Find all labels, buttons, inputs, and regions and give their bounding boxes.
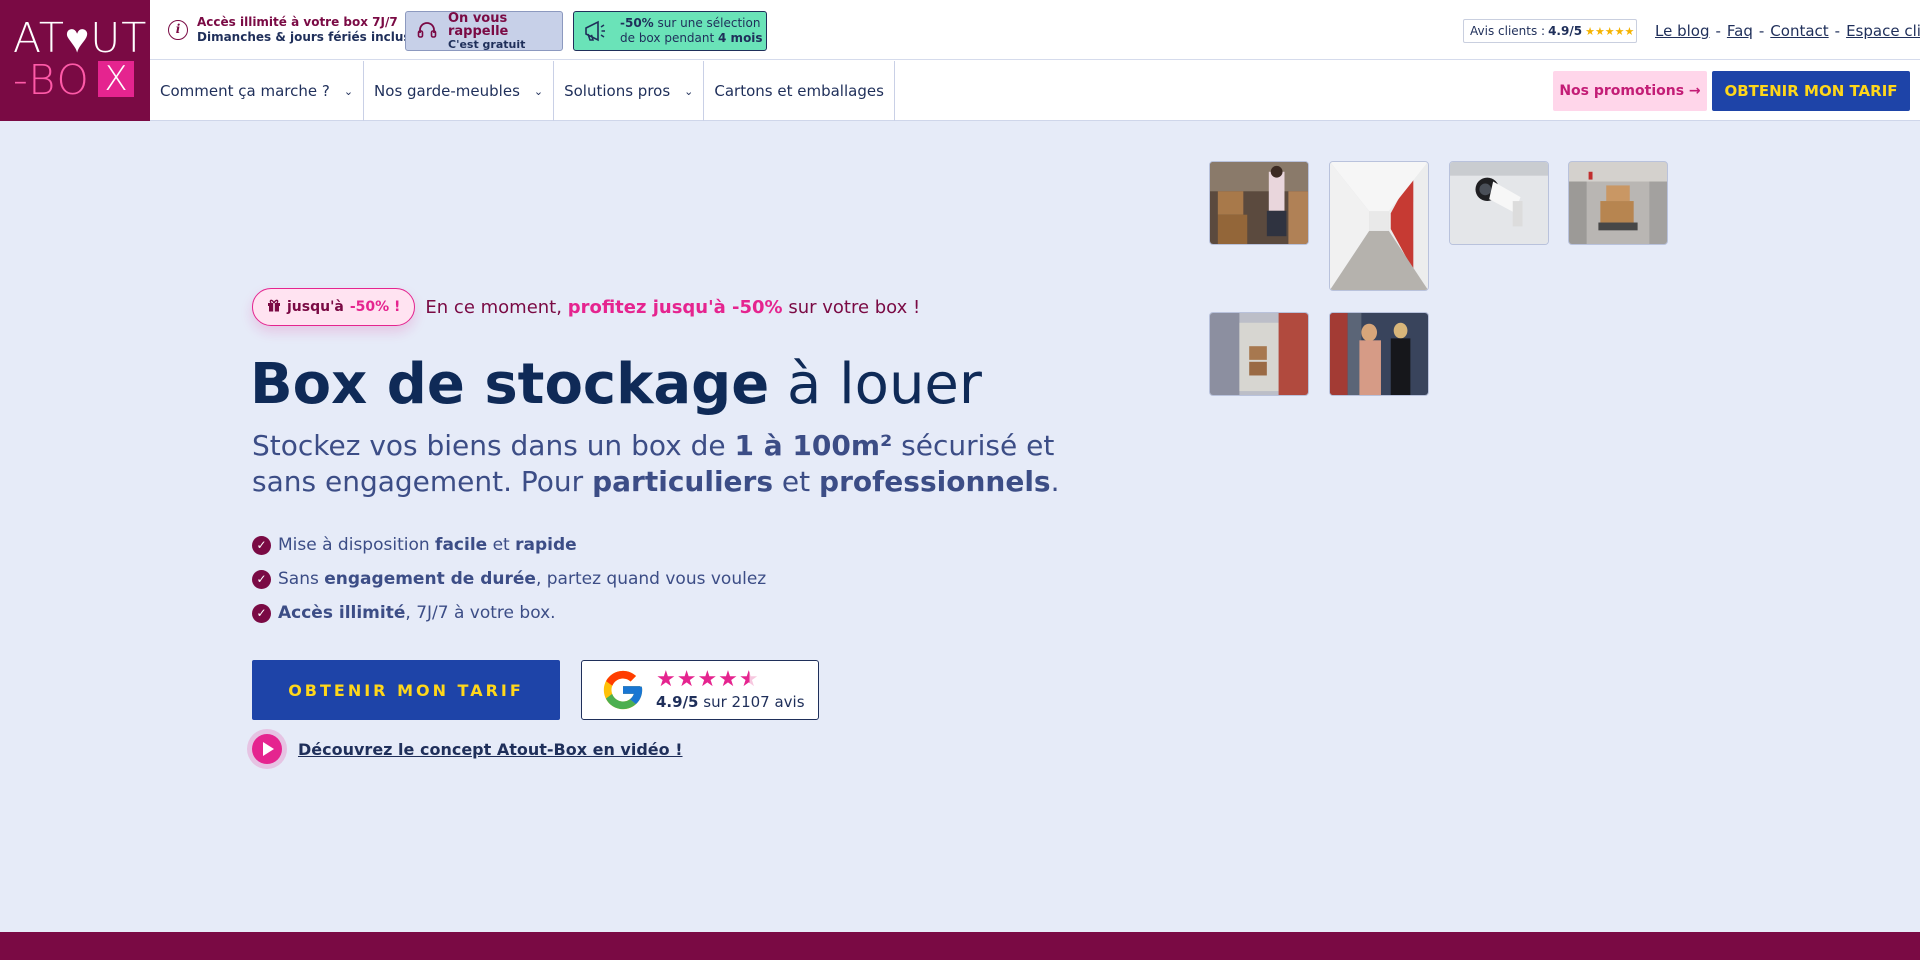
nav-solutions-pros[interactable]: Solutions pros ⌄ <box>554 61 705 121</box>
access-line1: Accès illimité à votre box 7J/7 <box>197 15 398 29</box>
blog-link[interactable]: Le blog <box>1655 22 1709 40</box>
access-info: i Accès illimité à votre box 7J/7 Dimanc… <box>168 15 411 45</box>
promotions-button[interactable]: Nos promotions → <box>1553 71 1707 111</box>
promo-text-2: de box pendant <box>620 31 719 45</box>
gallery-photo-moving-boxes[interactable] <box>1209 161 1309 245</box>
check-icon: ✓ <box>252 603 271 623</box>
discount-badge[interactable]: jusqu'à -50% ! <box>252 288 416 326</box>
promo-banner[interactable]: -50% sur une sélection de box pendant 4 … <box>573 11 767 51</box>
get-quote-button[interactable]: OBTENIR MON TARIF <box>252 660 560 720</box>
gallery-photo-trolley-boxes[interactable] <box>1568 161 1668 245</box>
badge-discount: -50% ! <box>349 299 401 315</box>
client-area-link[interactable]: Espace client <box>1846 22 1920 40</box>
callback-label: On vous rappelle <box>448 10 509 39</box>
check-icon: ✓ <box>252 569 271 589</box>
chevron-down-icon: ⌄ <box>343 84 354 98</box>
top-links: Le blog-Faq-Contact-Espace client <box>1655 22 1920 40</box>
promo-duration: 4 mois <box>718 31 763 45</box>
reviews-score: 4.9/5 <box>1548 24 1583 38</box>
footer-band <box>0 932 1920 960</box>
callback-button[interactable]: On vous rappelle C'est gratuit <box>405 11 563 51</box>
logo-line2: -BO <box>13 56 91 104</box>
reviews-label: Avis clients : <box>1470 24 1546 38</box>
star-rating-icon: ★★★★★ <box>1585 24 1635 38</box>
benefits-list: ✓ Mise à disposition facile et rapide ✓ Sa… <box>252 528 766 630</box>
nav-garde-meubles[interactable]: Nos garde-meubles ⌄ <box>364 61 555 121</box>
gallery-photo-corridor[interactable] <box>1329 161 1429 291</box>
megaphone-icon <box>582 18 608 44</box>
star-rating-icon: ★★★★★ <box>656 667 760 692</box>
promo-text-1: sur une sélection <box>653 16 761 30</box>
benefit-item: ✓ Mise à disposition facile et rapide <box>252 528 766 562</box>
promo-announcement: jusqu'à -50% ! En ce moment, profitez ju… <box>252 288 920 326</box>
callback-sublabel: C'est gratuit <box>448 37 526 51</box>
nav-cartons-emballages[interactable]: Cartons et emballages <box>704 61 895 121</box>
main-nav: Comment ça marche ? ⌄ Nos garde-meubles ⌄ … <box>150 61 895 121</box>
atout-box-logo[interactable]: AT♥UT -BO X <box>0 0 150 121</box>
check-icon: ✓ <box>252 535 271 555</box>
google-logo-icon <box>603 670 643 710</box>
gallery-photo-security-camera[interactable] <box>1449 161 1549 245</box>
info-icon: i <box>168 20 188 40</box>
chevron-down-icon: ⌄ <box>533 84 544 98</box>
customer-reviews-badge[interactable]: Avis clients : 4.9/5 ★★★★★ <box>1463 19 1637 43</box>
play-icon[interactable] <box>252 734 282 764</box>
page-title: Box de stockage à louer <box>250 352 982 417</box>
logo-line1: AT♥UT <box>13 14 148 62</box>
gallery-photo-customers[interactable] <box>1329 312 1429 396</box>
gift-icon <box>267 298 281 316</box>
headset-icon <box>416 20 438 42</box>
benefit-item: ✓ Sans engagement de durée, partez quand … <box>252 562 766 596</box>
hero-subtitle: Stockez vos biens dans un box de 1 à 100… <box>252 429 1060 498</box>
faq-link[interactable]: Faq <box>1727 22 1753 40</box>
site-header: AT♥UT -BO X i Accès illimité à votre box… <box>0 0 1920 121</box>
promo-message: En ce moment, profitez jusqu'à -50% sur … <box>425 296 921 318</box>
video-link-label: Découvrez le concept Atout-Box en vidéo … <box>298 739 683 759</box>
benefit-item: ✓ Accès illimité, 7J/7 à votre box. <box>252 596 766 630</box>
google-rating-text: 4.9/5 sur 2107 avis <box>656 693 805 711</box>
gallery-photo-storage-doors[interactable] <box>1209 312 1309 396</box>
chevron-down-icon: ⌄ <box>684 84 694 98</box>
nav-comment-ca-marche[interactable]: Comment ça marche ? ⌄ <box>150 61 365 121</box>
access-line2: Dimanches & jours fériés inclus <box>197 30 411 44</box>
badge-text: jusqu'à <box>287 299 344 315</box>
promo-bold: -50% <box>620 16 654 30</box>
google-reviews[interactable]: ★★★★★ 4.9/5 sur 2107 avis <box>581 660 819 720</box>
heart-icon: ♥ <box>64 14 91 62</box>
logo-x-mark: X <box>98 61 134 97</box>
contact-link[interactable]: Contact <box>1770 22 1828 40</box>
video-link[interactable]: Découvrez le concept Atout-Box en vidéo … <box>252 734 683 764</box>
get-quote-button-header[interactable]: OBTENIR MON TARIF <box>1712 71 1910 111</box>
